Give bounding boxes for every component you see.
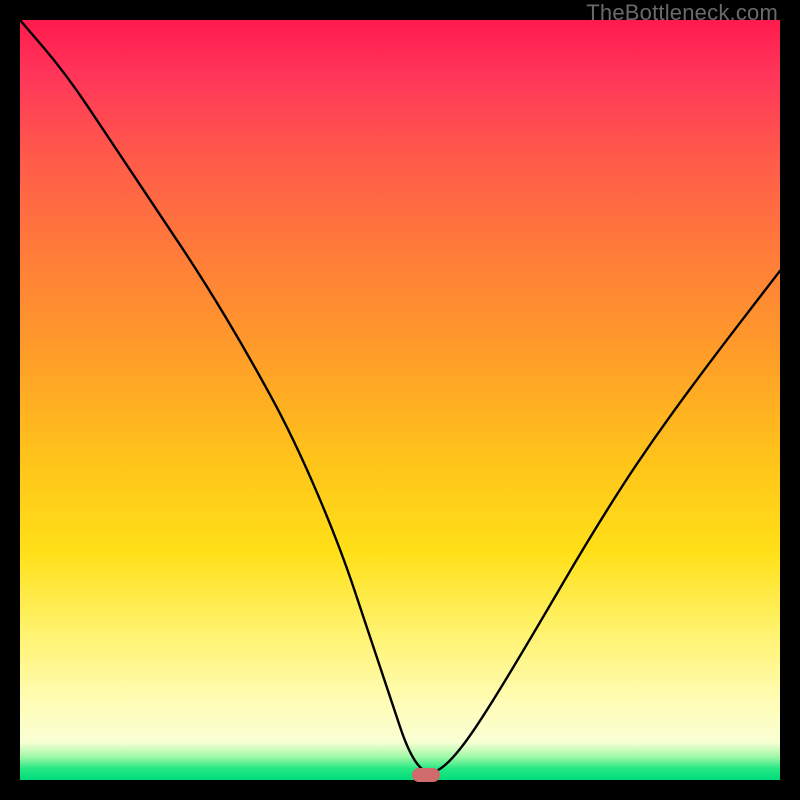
chart-frame: TheBottleneck.com — [0, 0, 800, 800]
optimal-point-marker — [412, 768, 440, 782]
watermark-text: TheBottleneck.com — [586, 0, 778, 26]
bottleneck-curve — [20, 20, 780, 780]
plot-area — [20, 20, 780, 780]
